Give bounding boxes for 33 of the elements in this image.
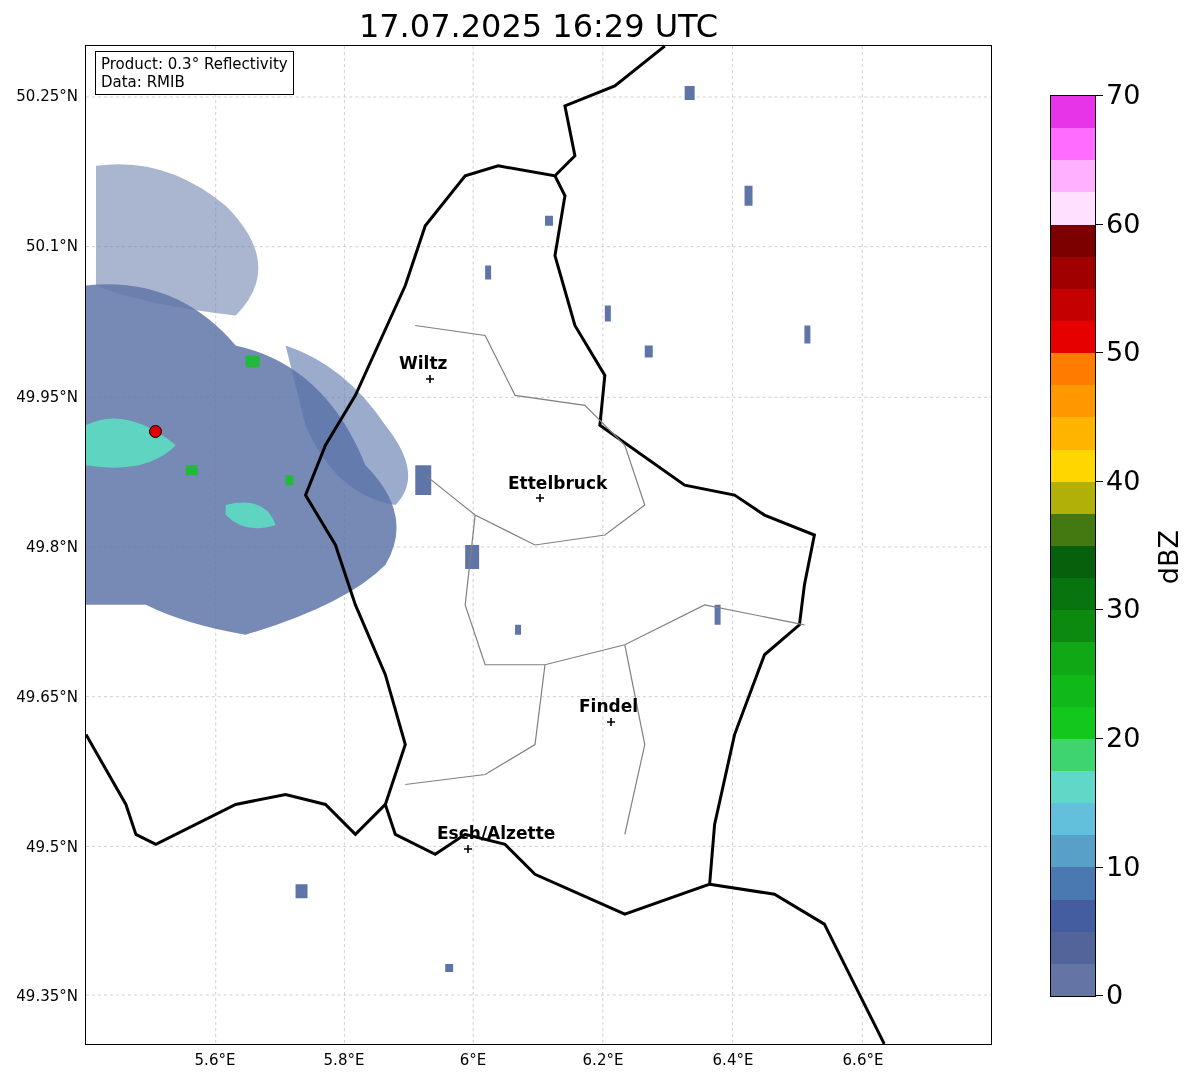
city-marker-icon bbox=[464, 845, 472, 853]
longitude-label: 6.2°E bbox=[581, 1051, 625, 1069]
scale-value: 10 bbox=[1096, 851, 1141, 882]
longitude-label: 5.8°E bbox=[322, 1051, 366, 1069]
info-text: Data: RMIB bbox=[101, 73, 186, 91]
latitude-label: 49.35°N bbox=[16, 987, 78, 1005]
city-label: Findel bbox=[579, 696, 639, 716]
city-label: Wiltz bbox=[399, 353, 448, 373]
city-label: Esch/Alzette bbox=[437, 823, 556, 843]
scale-value: 60 bbox=[1096, 208, 1141, 239]
scale-value: 0 bbox=[1096, 980, 1124, 1011]
latitude-label: 50.1°N bbox=[25, 237, 78, 255]
latitude-label: 49.95°N bbox=[16, 388, 78, 406]
longitude-label: 6°E bbox=[458, 1051, 488, 1069]
info-text: Product: 0.3° Reflectivity bbox=[101, 55, 288, 73]
longitude-label: 6.4°E bbox=[711, 1051, 755, 1069]
chart-title: 17.07.2025 16:29 UTC bbox=[357, 6, 720, 45]
latitude-label: 50.25°N bbox=[16, 87, 78, 105]
longitude-label: 6.6°E bbox=[841, 1051, 885, 1069]
city-marker-icon bbox=[536, 494, 544, 502]
scale-value: 40 bbox=[1096, 465, 1141, 496]
latitude-label: 49.65°N bbox=[16, 688, 78, 706]
scale-value: 20 bbox=[1096, 723, 1141, 753]
city-marker-icon bbox=[607, 718, 615, 726]
longitude-label: 5.6°E bbox=[193, 1051, 237, 1069]
scale-value: 70 bbox=[1096, 80, 1141, 110]
latitude-label: 49.5°N bbox=[25, 838, 78, 856]
latitude-label: 49.8°N bbox=[25, 538, 78, 556]
scale-unit-label: dBZ bbox=[1153, 530, 1183, 585]
city-label: Ettelbruck bbox=[508, 473, 608, 493]
scale-value: 50 bbox=[1096, 337, 1141, 368]
city-marker-icon bbox=[426, 375, 434, 383]
scale-value: 30 bbox=[1096, 594, 1141, 625]
